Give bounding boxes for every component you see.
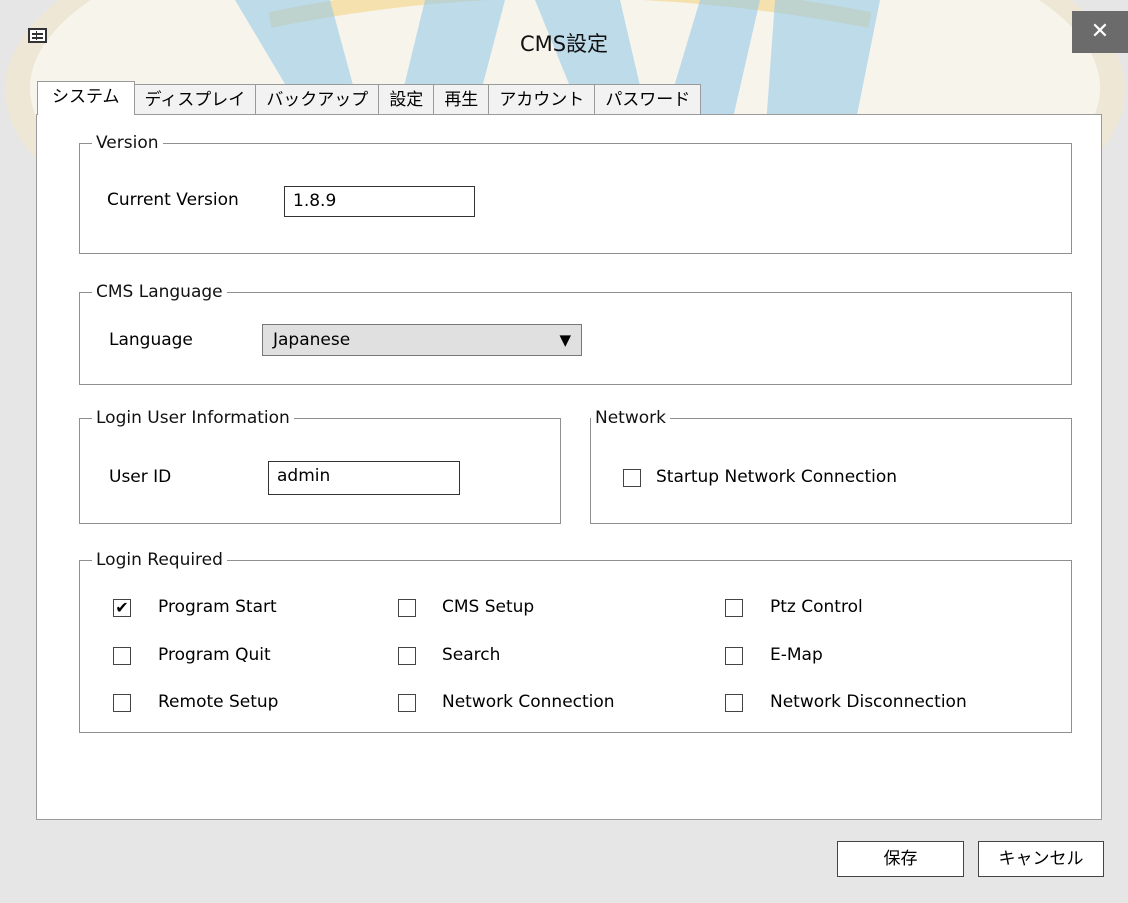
startup-network-checkbox[interactable]	[623, 469, 641, 487]
ptz-control-checkbox[interactable]	[725, 599, 743, 617]
program-start-checkbox[interactable]: ✔	[113, 599, 131, 617]
language-select[interactable]: Japanese ▼	[262, 324, 582, 356]
ptz-control-label: Ptz Control	[770, 597, 863, 617]
tab-system[interactable]: システム	[37, 81, 135, 115]
user-id-field[interactable]: admin	[268, 461, 460, 495]
login-required-group-label: Login Required	[92, 548, 227, 572]
emap-label: E-Map	[770, 645, 823, 665]
system-tab-panel: Version Current Version 1.8.9 CMS Langua…	[36, 114, 1102, 820]
dropdown-arrow-icon: ▼	[559, 331, 571, 349]
program-quit-label: Program Quit	[158, 645, 271, 665]
window-title: CMS設定	[519, 32, 609, 56]
tab-account[interactable]: アカウント	[488, 84, 596, 115]
network-group: Network Startup Network Connection	[590, 406, 1072, 524]
cms-setup-checkbox[interactable]	[398, 599, 416, 617]
remote-setup-checkbox[interactable]	[113, 694, 131, 712]
tab-password[interactable]: パスワード	[594, 84, 702, 115]
current-version-field[interactable]: 1.8.9	[284, 186, 475, 217]
login-user-group-label: Login User Information	[92, 406, 294, 430]
login-user-group: Login User Information User ID admin	[79, 406, 561, 524]
network-group-label: Network	[591, 406, 670, 430]
search-checkbox[interactable]	[398, 647, 416, 665]
tab-bar: システム ディスプレイ バックアップ 設定 再生 アカウント パスワード	[37, 81, 702, 115]
user-id-label: User ID	[109, 467, 172, 487]
login-required-group: Login Required ✔ Program Start CMS Setup…	[79, 548, 1072, 733]
language-selected-value: Japanese	[273, 330, 351, 350]
cms-settings-window: CMS設定 ✕ システム ディスプレイ バックアップ 設定 再生 アカウント パ…	[0, 0, 1128, 903]
program-start-label: Program Start	[158, 597, 277, 617]
program-quit-checkbox[interactable]	[113, 647, 131, 665]
language-label: Language	[109, 330, 193, 350]
save-button[interactable]: 保存	[837, 841, 964, 877]
cms-language-group: CMS Language Language Japanese ▼	[79, 280, 1072, 385]
version-group-label: Version	[92, 131, 163, 155]
startup-network-label: Startup Network Connection	[656, 467, 898, 487]
network-disconnection-label: Network Disconnection	[770, 692, 967, 712]
tab-playback[interactable]: 再生	[433, 84, 490, 115]
cms-language-group-label: CMS Language	[92, 280, 227, 304]
emap-checkbox[interactable]	[725, 647, 743, 665]
tab-backup[interactable]: バックアップ	[255, 84, 380, 115]
network-connection-checkbox[interactable]	[398, 694, 416, 712]
tab-display[interactable]: ディスプレイ	[133, 84, 257, 115]
remote-setup-label: Remote Setup	[158, 692, 279, 712]
network-connection-label: Network Connection	[442, 692, 615, 712]
tab-settings[interactable]: 設定	[378, 84, 435, 115]
close-button[interactable]: ✕	[1072, 11, 1128, 53]
cms-setup-label: CMS Setup	[442, 597, 535, 617]
cancel-button[interactable]: キャンセル	[978, 841, 1104, 877]
version-group: Version Current Version 1.8.9	[79, 131, 1072, 254]
network-disconnection-checkbox[interactable]	[725, 694, 743, 712]
search-label: Search	[442, 645, 501, 665]
title-bar: CMS設定 ✕	[0, 0, 1128, 88]
current-version-label: Current Version	[107, 190, 239, 210]
